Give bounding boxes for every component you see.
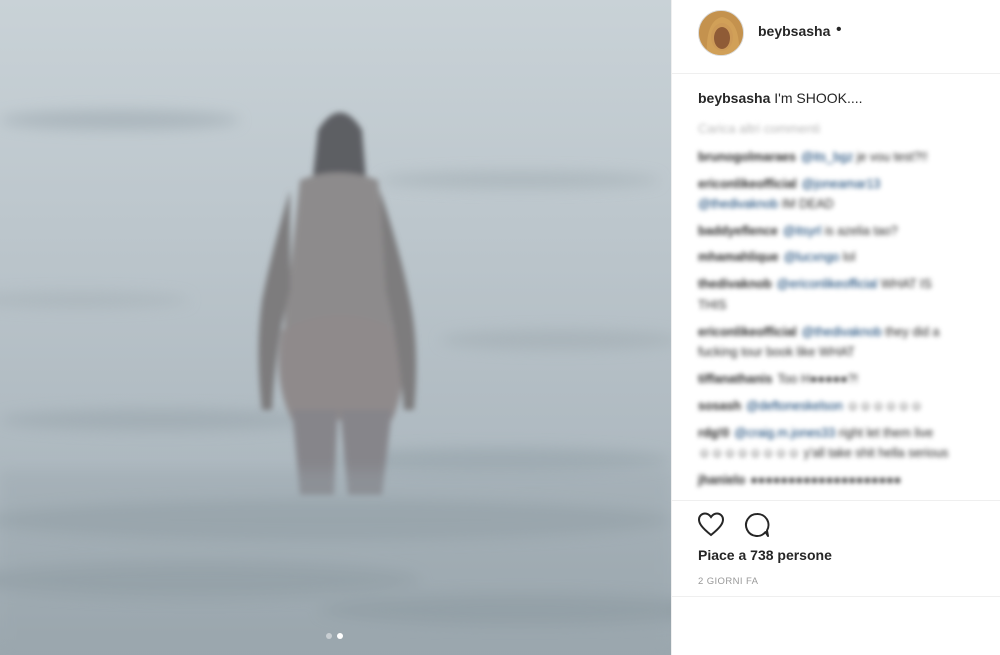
carousel-indicator — [326, 633, 343, 639]
comment-icon[interactable] — [743, 511, 771, 539]
comment-item: tiffanathanis Too H●●●●●?! — [698, 372, 858, 386]
comment-text: is azelia tao? — [824, 224, 898, 238]
comment-text: Too H●●●●●?! — [777, 372, 859, 386]
comment-mention[interactable]: @thedivaknob — [802, 325, 882, 339]
comment-username[interactable]: tiffanathanis — [698, 372, 772, 386]
comment-item: rdg!0 @craig.m.jones33 right let them liv… — [698, 426, 933, 440]
comment-item: mhamahlique @lucxngo lol — [698, 250, 855, 264]
caption-username[interactable]: beybsasha — [698, 90, 770, 106]
comment-username[interactable]: thedivaknob — [698, 277, 772, 291]
caption: beybsasha I'm SHOOK.... — [698, 90, 863, 106]
heart-icon[interactable] — [697, 511, 725, 539]
comment-text: ●●●●●●●●●●●●●●●●●●●● — [750, 473, 902, 487]
comment-text: lol — [842, 250, 856, 264]
likes-count[interactable]: Piace a 738 persone — [698, 547, 832, 563]
caption-text: I'm SHOOK.... — [774, 90, 863, 106]
comment-item: brunogolmaraes @its_bgz je vou test?!! — [698, 150, 928, 164]
comment-item: ☺☺☺☺☺☺☺☺ y'all take shit hella serious — [698, 446, 948, 460]
photo-scene — [0, 110, 671, 655]
comment-username[interactable]: ericonlikeofficial — [698, 325, 797, 339]
comment-text: THIS — [698, 298, 727, 312]
comment-mention[interactable]: @joneamar13 — [802, 177, 881, 191]
comment-username[interactable]: sosash — [698, 399, 741, 413]
comment-text: IM DEAD — [781, 197, 834, 211]
comment-username[interactable]: brunogolmaraes — [698, 150, 796, 164]
comment-mention[interactable]: @ericonlikeofficial — [777, 277, 878, 291]
follow-dot: • — [836, 21, 842, 38]
comment-item: baddyeflence @itsyrl is azelia tao? — [698, 224, 898, 238]
comment-text: ☺☺☺☺☺☺ — [846, 399, 923, 413]
comment-text: je vou test?!! — [856, 150, 928, 164]
comment-mention[interactable]: @itsyrl — [783, 224, 821, 238]
comment-item: thedivaknob @ericonlikeofficial WHAT IS — [698, 277, 932, 291]
action-bar — [672, 500, 1000, 550]
comment-username[interactable]: baddyeflence — [698, 224, 778, 238]
comment-text: WHAT IS — [880, 277, 932, 291]
comment-item: jhanielo ●●●●●●●●●●●●●●●●●●●● — [698, 473, 901, 487]
comment-mention[interactable]: @lucxngo — [784, 250, 840, 264]
comment-item: ericonlikeofficial @thedivaknob they did … — [698, 325, 939, 339]
comment-text: they did a — [885, 325, 940, 339]
comment-item: ericonlikeofficial @joneamar13 — [698, 177, 880, 191]
comment-text: right let them live — [838, 426, 934, 440]
header-username[interactable]: beybsasha — [758, 23, 830, 39]
comment-mention[interactable]: @thedivaknob — [698, 197, 778, 211]
load-more-comments[interactable]: Carica altri commenti — [698, 121, 820, 136]
comment-mention[interactable]: @its_bgz — [801, 150, 853, 164]
avatar[interactable] — [698, 10, 744, 56]
comment-username[interactable]: jhanielo — [698, 473, 745, 487]
comment-mention[interactable]: @deftoneskelson — [746, 399, 843, 413]
comment-username[interactable]: mhamahlique — [698, 250, 779, 264]
carousel-dot-active[interactable] — [337, 633, 343, 639]
post-timestamp[interactable]: 2 GIORNI FA — [698, 576, 758, 587]
comment-text: fucking tour book like WHAT — [698, 345, 855, 359]
bottom-divider — [672, 596, 1000, 597]
comment-item: THIS — [698, 298, 726, 312]
comment-item: sosash @deftoneskelson ☺☺☺☺☺☺ — [698, 399, 923, 413]
comment-username[interactable]: rdg!0 — [698, 426, 729, 440]
panel-divider — [671, 0, 672, 655]
comment-item: @thedivaknob IM DEAD — [698, 197, 834, 211]
carousel-dot[interactable] — [326, 633, 332, 639]
post-photo[interactable] — [0, 0, 671, 655]
comment-username[interactable]: ericonlikeofficial — [698, 177, 797, 191]
comment-item: fucking tour book like WHAT — [698, 345, 855, 359]
comment-mention[interactable]: @craig.m.jones33 — [734, 426, 835, 440]
post-header: beybsasha • — [672, 0, 1000, 74]
comment-text: ☺☺☺☺☺☺☺☺ y'all take shit hella serious — [698, 446, 949, 460]
